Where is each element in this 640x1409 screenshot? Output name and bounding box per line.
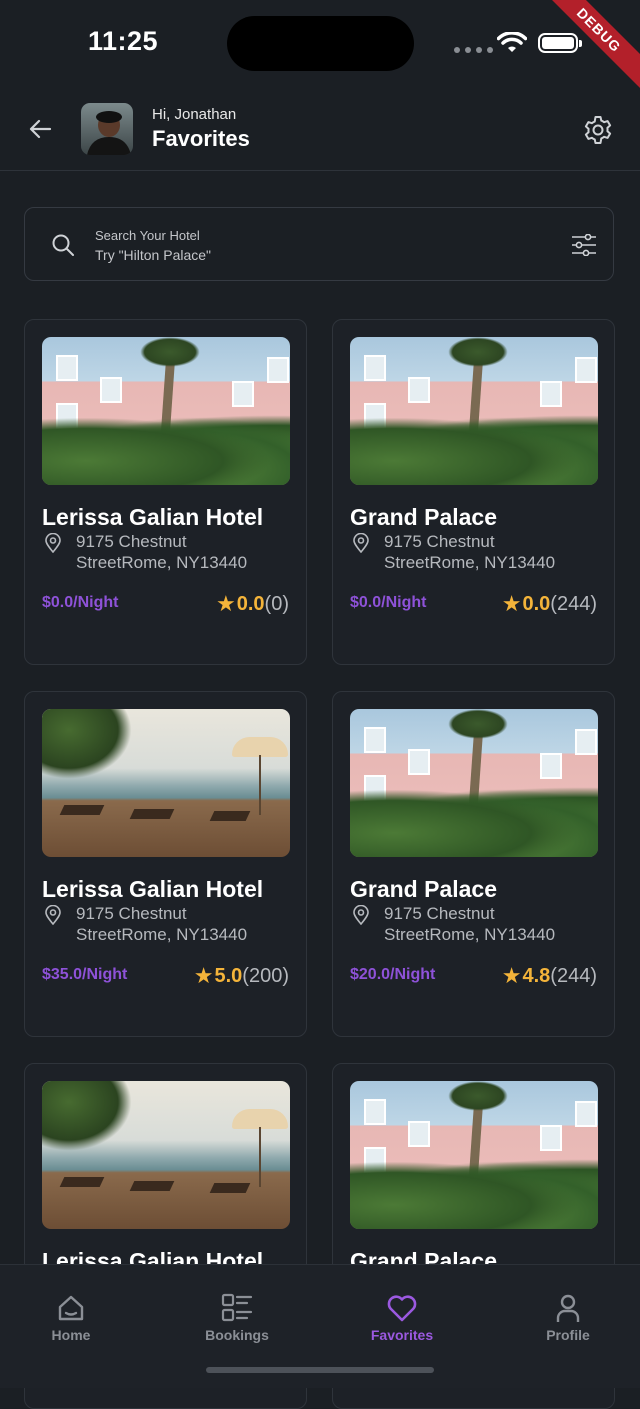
address-line-1: 9175 Chestnut [384, 532, 495, 551]
nav-bookings-label: Bookings [205, 1327, 269, 1343]
hotel-card[interactable]: Grand Palace 9175 Chestnut StreetRome, NY1… [332, 319, 615, 665]
hotel-name: Grand Palace [350, 504, 498, 530]
hotel-price: $0.0/Night [350, 594, 427, 611]
star-icon: ★ [216, 591, 236, 616]
location-pin-icon [353, 533, 369, 553]
nav-bookings[interactable]: Bookings [177, 1293, 297, 1343]
hotel-price: $35.0/Night [42, 966, 128, 983]
bookings-icon [221, 1293, 253, 1322]
hotel-address: 9175 Chestnut StreetRome, NY13440 [384, 903, 555, 945]
app-header: Hi, Jonathan Favorites [0, 90, 640, 171]
hotel-rating: ★ 0.0 (0) [216, 591, 289, 617]
nav-favorites-label: Favorites [370, 1327, 434, 1343]
hotel-image[interactable] [350, 709, 598, 857]
search-label: Search Your Hotel [95, 228, 200, 243]
address-line-2: StreetRome, NY13440 [384, 925, 556, 944]
status-time: 11:25 [88, 26, 159, 56]
hotel-rating: ★ 0.0 (244) [502, 591, 597, 617]
hotel-image[interactable] [42, 337, 290, 485]
hotel-address: 9175 Chestnut StreetRome, NY13440 [76, 531, 247, 573]
review-count: (0) [264, 592, 289, 615]
hotel-image[interactable] [42, 1081, 290, 1229]
battery-icon [538, 33, 582, 53]
hotel-photo [350, 1081, 598, 1229]
location-pin-icon [353, 905, 369, 925]
review-count: (244) [550, 964, 597, 987]
nav-home[interactable]: Home [11, 1293, 131, 1343]
filter-icon[interactable] [571, 234, 597, 256]
back-arrow-icon[interactable] [28, 116, 54, 142]
rating-value: 4.8 [522, 964, 551, 987]
search-icon [52, 234, 74, 256]
hotel-price: $20.0/Night [350, 966, 436, 983]
hotel-photo [42, 337, 290, 485]
star-icon: ★ [501, 963, 522, 988]
star-icon: ★ [193, 963, 214, 988]
review-count: (244) [550, 592, 597, 615]
address-line-1: 9175 Chestnut [76, 532, 187, 551]
hotel-photo [42, 709, 290, 857]
hotel-name: Lerissa Galian Hotel [42, 504, 264, 530]
hotel-rating: ★ 5.0 (200) [194, 963, 289, 989]
address-line-1: 9175 Chestnut [76, 904, 187, 923]
hotel-card[interactable]: Lerissa Galian Hotel 9175 Chestnut StreetR… [24, 319, 307, 665]
hotel-name: Lerissa Galian Hotel [42, 876, 264, 902]
hotel-address: 9175 Chestnut StreetRome, NY13440 [76, 903, 247, 945]
address-line-1: 9175 Chestnut [384, 904, 495, 923]
review-count: (200) [242, 964, 289, 987]
hotel-image[interactable] [350, 337, 598, 485]
rating-value: 0.0 [236, 592, 265, 615]
hotel-photo [42, 1081, 290, 1229]
hotel-image[interactable] [350, 1081, 598, 1229]
avatar[interactable] [81, 103, 133, 155]
hotel-card[interactable]: Grand Palace 9175 Chestnut StreetRome, NY1… [332, 691, 615, 1037]
wifi-icon [497, 32, 527, 52]
star-icon: ★ [501, 591, 522, 616]
address-line-2: StreetRome, NY13440 [384, 553, 556, 572]
status-bar: 11:25 DEBUG [0, 0, 640, 92]
greeting-text: Hi, Jonathan [152, 106, 237, 123]
search-box[interactable]: Search Your Hotel Try "Hilton Palace" [24, 207, 614, 281]
dynamic-island [227, 16, 414, 71]
location-pin-icon [45, 533, 61, 553]
home-indicator [206, 1367, 434, 1373]
hotel-photo [350, 709, 598, 857]
gear-icon[interactable] [582, 114, 614, 146]
location-pin-icon [45, 905, 61, 925]
hotel-address: 9175 Chestnut StreetRome, NY13440 [384, 531, 555, 573]
hotel-rating: ★ 4.8 (244) [502, 963, 597, 989]
signal-icon [454, 47, 493, 53]
hotel-image[interactable] [42, 709, 290, 857]
address-line-2: StreetRome, NY13440 [76, 553, 248, 572]
rating-value: 0.0 [522, 592, 551, 615]
nav-profile[interactable]: Profile [508, 1293, 628, 1343]
nav-home-label: Home [51, 1327, 91, 1343]
hotel-price: $0.0/Night [42, 594, 119, 611]
page-title: Favorites [152, 126, 250, 151]
profile-icon [556, 1294, 580, 1322]
rating-value: 5.0 [214, 964, 243, 987]
address-line-2: StreetRome, NY13440 [76, 925, 248, 944]
hotel-card[interactable]: Lerissa Galian Hotel 9175 Chestnut StreetR… [24, 691, 307, 1037]
heart-icon [387, 1295, 417, 1322]
hotel-name: Grand Palace [350, 876, 498, 902]
search-input[interactable]: Try "Hilton Palace" [95, 247, 211, 263]
home-icon [58, 1295, 84, 1321]
nav-favorites[interactable]: Favorites [342, 1293, 462, 1343]
hotel-photo [350, 337, 598, 485]
nav-profile-label: Profile [546, 1327, 590, 1343]
